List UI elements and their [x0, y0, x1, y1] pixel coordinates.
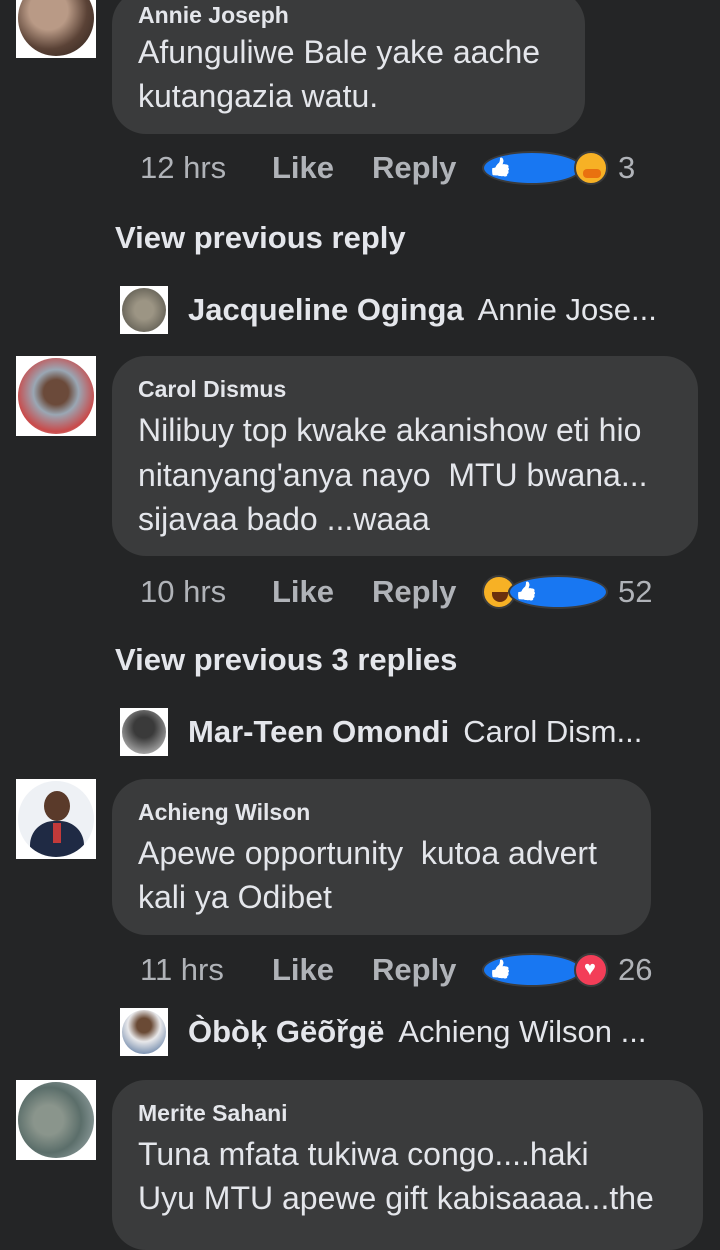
avatar[interactable]: [120, 708, 168, 756]
like-button[interactable]: Like: [272, 574, 372, 610]
like-reaction-icon: [482, 151, 582, 185]
comment-text: nitanyang'anya nayo MTU bwana...: [138, 457, 648, 493]
reply-preview-text: Carol Dism...: [463, 714, 643, 749]
comment-text: Tuna mfata tukiwa congo....haki: [138, 1136, 589, 1172]
comment-author[interactable]: Annie Joseph: [138, 2, 289, 29]
reaction-count[interactable]: 52: [618, 574, 652, 610]
avatar[interactable]: [120, 1008, 168, 1056]
like-reaction-icon: [508, 575, 608, 609]
comment-bubble: Carol Dismus Nilibuy top kwake akanishow…: [112, 356, 698, 556]
like-reaction-icon: [482, 953, 582, 987]
comment-text: Nilibuy top kwake akanishow eti hio: [138, 412, 642, 448]
reply-preview-row[interactable]: Jacqueline Oginga Annie Jose...: [120, 286, 657, 334]
avatar[interactable]: [16, 356, 96, 436]
avatar[interactable]: [16, 779, 96, 859]
reply-preview-row[interactable]: Òbòķ Gëõřgë Achieng Wilson ...: [120, 1008, 646, 1056]
comment-text: kutangazia watu.: [138, 78, 379, 114]
comment-text: kali ya Odibet: [138, 879, 332, 915]
reply-button[interactable]: Reply: [372, 150, 482, 186]
care-reaction-icon: [574, 151, 608, 185]
reply-author[interactable]: Jacqueline Oginga: [188, 292, 464, 328]
comment-text: Apewe opportunity kutoa advert: [138, 835, 597, 871]
reply-button[interactable]: Reply: [372, 952, 482, 988]
comment-author[interactable]: Merite Sahani: [138, 1100, 288, 1127]
reaction-count[interactable]: 3: [618, 150, 635, 186]
comment-text: Uyu MTU apewe gift kabisaaaa...the: [138, 1180, 654, 1216]
comment-author[interactable]: Carol Dismus: [138, 376, 286, 403]
comment-actions: 11 hrs Like Reply 26: [140, 950, 652, 990]
reply-author[interactable]: Òbòķ Gëõřgë: [188, 1014, 384, 1050]
comment-actions: 10 hrs Like Reply 52: [140, 572, 652, 612]
comment-time[interactable]: 12 hrs: [140, 150, 272, 186]
reply-button[interactable]: Reply: [372, 574, 482, 610]
reaction-summary[interactable]: [482, 151, 608, 185]
reaction-summary[interactable]: [482, 953, 608, 987]
comment-text: Afunguliwe Bale yake aache: [138, 34, 541, 70]
comment-time[interactable]: 11 hrs: [140, 952, 272, 988]
avatar[interactable]: [16, 0, 96, 58]
reply-author[interactable]: Mar-Teen Omondi: [188, 714, 449, 750]
comment-author[interactable]: Achieng Wilson: [138, 799, 310, 826]
comment-text: sijavaa bado ...waaa: [138, 501, 430, 537]
comment-bubble: Merite Sahani Tuna mfata tukiwa congo...…: [112, 1080, 703, 1250]
avatar[interactable]: [16, 1080, 96, 1160]
view-previous-replies[interactable]: View previous reply: [115, 220, 406, 256]
love-reaction-icon: [574, 953, 608, 987]
like-button[interactable]: Like: [272, 150, 372, 186]
comment-bubble: Achieng Wilson Apewe opportunity kutoa a…: [112, 779, 651, 935]
avatar[interactable]: [120, 286, 168, 334]
view-previous-replies[interactable]: View previous 3 replies: [115, 642, 457, 678]
comment-actions: 12 hrs Like Reply 3: [140, 148, 635, 188]
reply-preview-text: Annie Jose...: [477, 292, 657, 327]
like-button[interactable]: Like: [272, 952, 372, 988]
comment-bubble: Annie Joseph Afunguliwe Bale yake aache …: [112, 0, 585, 134]
reaction-summary[interactable]: [482, 575, 608, 609]
comment-time[interactable]: 10 hrs: [140, 574, 272, 610]
reply-preview-text: Achieng Wilson ...: [398, 1014, 647, 1049]
reaction-count[interactable]: 26: [618, 952, 652, 988]
reply-preview-row[interactable]: Mar-Teen Omondi Carol Dism...: [120, 708, 642, 756]
